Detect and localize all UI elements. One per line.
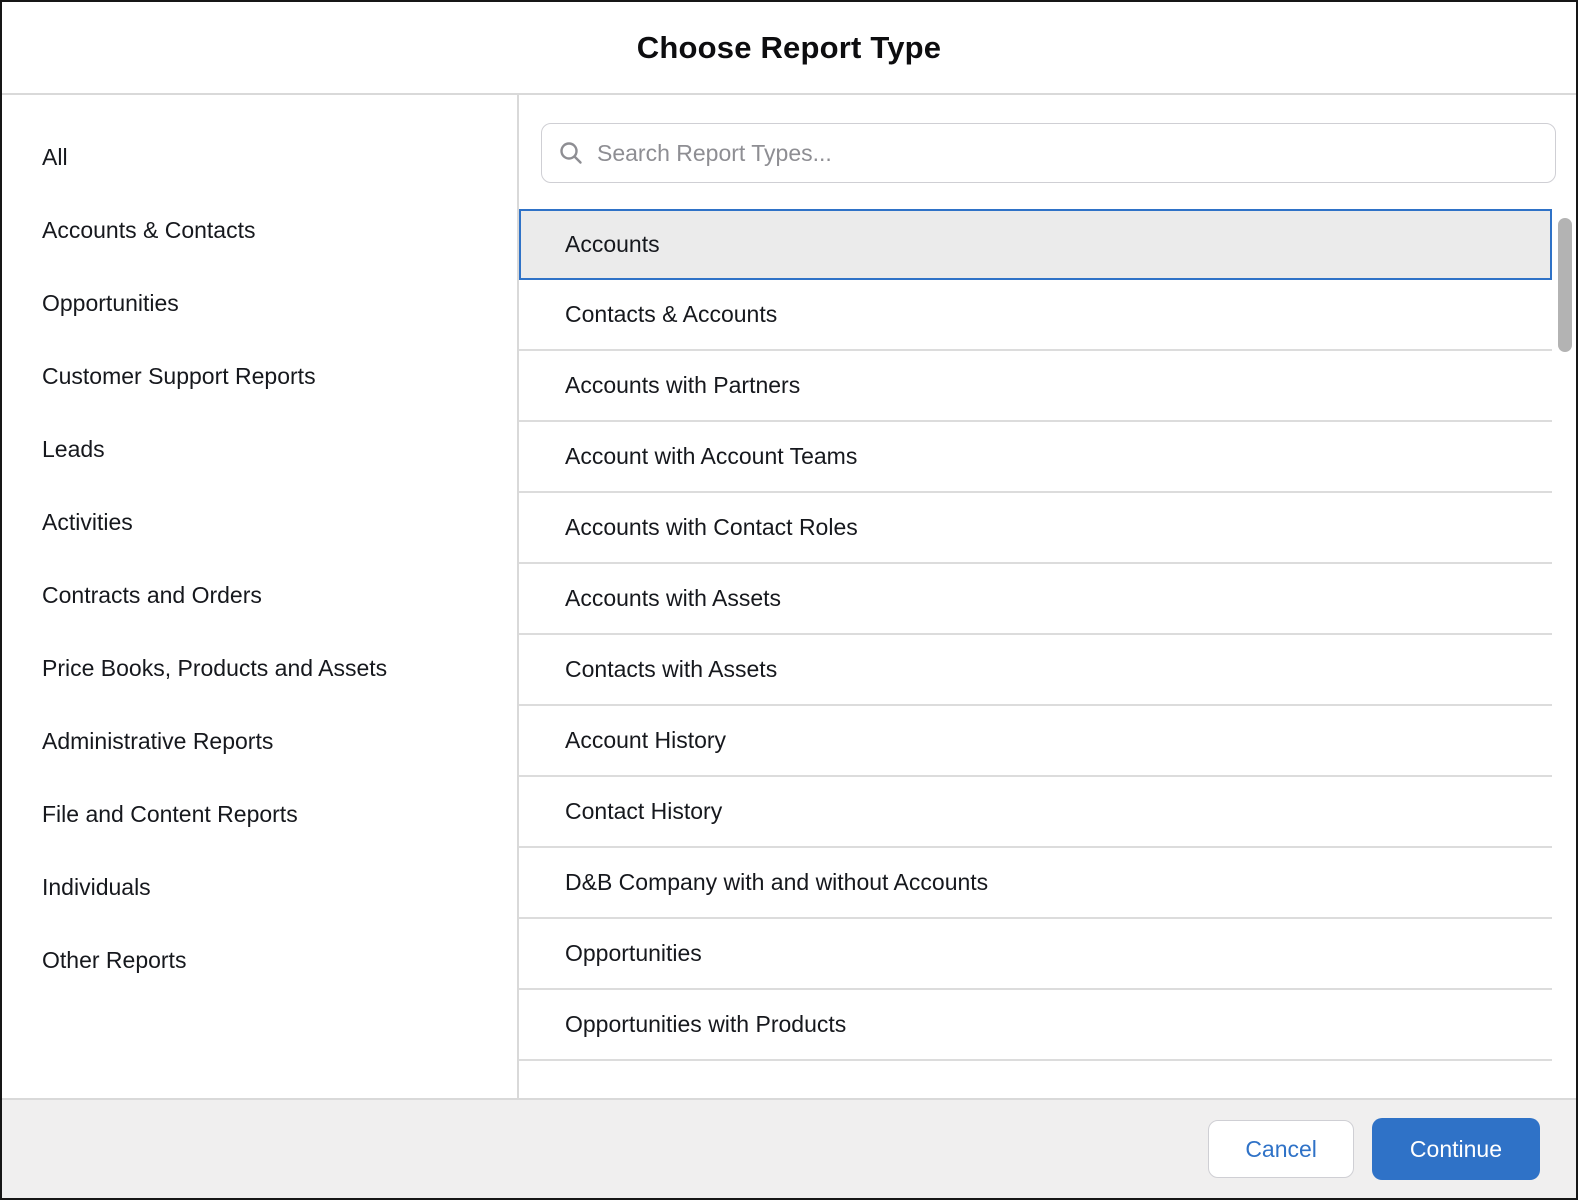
sidebar-item-customer-support-reports[interactable]: Customer Support Reports (2, 340, 517, 413)
list-item-account-history[interactable]: Account History (519, 706, 1552, 777)
list-item-accounts-with-partners[interactable]: Accounts with Partners (519, 351, 1552, 422)
modal-footer: Cancel Continue (2, 1098, 1576, 1198)
sidebar-item-other-reports[interactable]: Other Reports (2, 924, 517, 997)
list-item-opportunities[interactable]: Opportunities (519, 919, 1552, 990)
report-category-sidebar: All Accounts & Contacts Opportunities Cu… (2, 95, 519, 1098)
cancel-button[interactable]: Cancel (1208, 1120, 1354, 1178)
sidebar-item-activities[interactable]: Activities (2, 486, 517, 559)
list-item-contact-history[interactable]: Contact History (519, 777, 1552, 848)
sidebar-item-individuals[interactable]: Individuals (2, 851, 517, 924)
choose-report-type-modal: Choose Report Type All Accounts & Contac… (0, 0, 1578, 1200)
page-title: Choose Report Type (636, 29, 942, 65)
list-item-partial[interactable] (519, 1061, 1552, 1092)
list-item-accounts-with-contact-roles[interactable]: Accounts with Contact Roles (519, 493, 1552, 564)
list-item-accounts[interactable]: Accounts (519, 209, 1552, 280)
sidebar-item-administrative-reports[interactable]: Administrative Reports (2, 705, 517, 778)
search-box[interactable] (541, 123, 1556, 183)
sidebar-item-all[interactable]: All (2, 121, 517, 194)
sidebar-item-contracts-and-orders[interactable]: Contracts and Orders (2, 559, 517, 632)
modal-header: Choose Report Type (2, 2, 1576, 95)
sidebar-item-leads[interactable]: Leads (2, 413, 517, 486)
search-input[interactable] (597, 139, 1539, 167)
modal-body: All Accounts & Contacts Opportunities Cu… (2, 95, 1576, 1098)
list-item-opportunities-with-products[interactable]: Opportunities with Products (519, 990, 1552, 1061)
sidebar-item-opportunities[interactable]: Opportunities (2, 267, 517, 340)
report-type-list: Accounts Contacts & Accounts Accounts wi… (519, 209, 1552, 1092)
list-item-account-with-account-teams[interactable]: Account with Account Teams (519, 422, 1552, 493)
sidebar-item-file-and-content-reports[interactable]: File and Content Reports (2, 778, 517, 851)
list-item-db-company[interactable]: D&B Company with and without Accounts (519, 848, 1552, 919)
list-scrollbar[interactable] (1558, 218, 1572, 352)
list-item-contacts-with-assets[interactable]: Contacts with Assets (519, 635, 1552, 706)
search-icon (560, 142, 582, 164)
report-type-panel: Accounts Contacts & Accounts Accounts wi… (519, 95, 1576, 1098)
sidebar-item-price-books-products-assets[interactable]: Price Books, Products and Assets (2, 632, 517, 705)
continue-button[interactable]: Continue (1371, 1118, 1540, 1180)
list-item-contacts-accounts[interactable]: Contacts & Accounts (519, 280, 1552, 351)
sidebar-item-accounts-contacts[interactable]: Accounts & Contacts (2, 194, 517, 267)
list-item-accounts-with-assets[interactable]: Accounts with Assets (519, 564, 1552, 635)
search-area (519, 95, 1576, 183)
